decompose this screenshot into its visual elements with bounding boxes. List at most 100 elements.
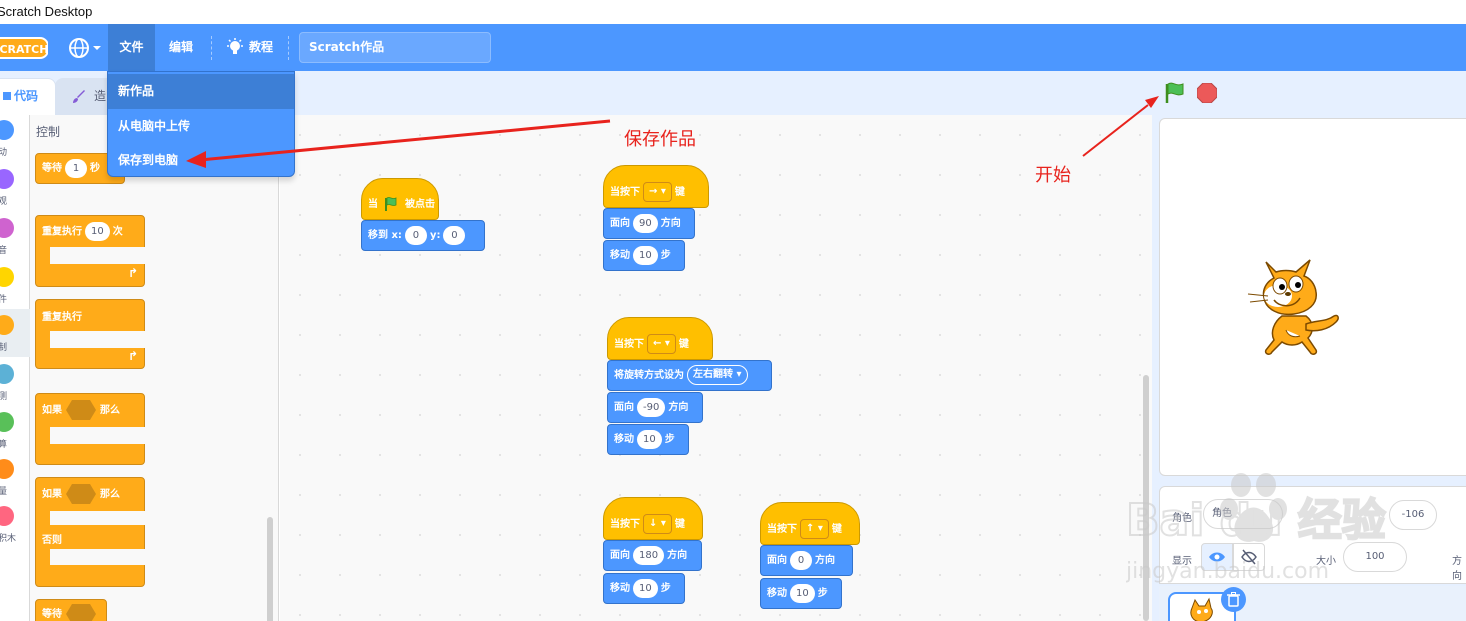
goto-y-label: y: <box>429 230 441 241</box>
category-label[interactable]: 件 <box>0 292 7 305</box>
svg-text:SCRATCH: SCRATCH <box>0 43 48 56</box>
category-dot[interactable] <box>0 412 14 432</box>
condition-slot[interactable] <box>66 484 96 504</box>
repeat-value[interactable]: 10 <box>85 222 110 241</box>
direction-suffix: 方向 <box>660 218 681 229</box>
category-label[interactable]: 量 <box>0 484 7 497</box>
category-dot[interactable] <box>0 120 14 140</box>
category-dot[interactable] <box>0 506 14 526</box>
when-key-pressed-block[interactable]: 当按下 → ▾ 键 <box>603 165 709 208</box>
when-flag-row: 当 被点击 <box>368 195 435 211</box>
when-label: 当 <box>368 199 378 210</box>
category-dot[interactable] <box>0 267 14 287</box>
menu-tutorials[interactable]: 教程 <box>222 24 280 71</box>
steps-suffix: 步 <box>660 250 671 261</box>
steps-suffix: 步 <box>664 434 675 445</box>
globe-icon[interactable] <box>68 36 104 60</box>
when-key-pressed-block[interactable]: 当按下 ← ▾ 键 <box>607 317 713 360</box>
forever-block[interactable]: 重复执行 ↱ <box>35 299 145 369</box>
category-label[interactable]: 观 <box>0 194 7 207</box>
menu-item-new-project[interactable]: 新作品 <box>108 74 294 109</box>
category-dot[interactable] <box>0 459 14 479</box>
move-label: 移动 <box>610 250 630 261</box>
steps-input[interactable]: 10 <box>790 583 815 603</box>
scratch-logo[interactable]: SCRATCH <box>0 36 48 60</box>
set-rotation-style-block[interactable]: 将旋转方式设为 左右翻转 ▾ <box>607 360 772 391</box>
if-label: 如果 <box>42 489 62 500</box>
then-label: 那么 <box>100 405 120 416</box>
category-label[interactable]: 测 <box>0 389 7 402</box>
menu-item-load-from-computer[interactable]: 从电脑中上传 <box>108 109 294 144</box>
category-label[interactable]: 积木 <box>0 531 16 544</box>
key-dropdown[interactable]: ↓ ▾ <box>643 514 672 534</box>
goto-x-input[interactable]: 0 <box>404 225 427 245</box>
move-label: 移动 <box>767 588 787 599</box>
if-then-block[interactable]: 如果 那么 <box>35 393 145 465</box>
goto-label: 移到 x: <box>368 230 402 241</box>
direction-input[interactable]: -90 <box>637 397 666 417</box>
tab-costumes[interactable]: 造 <box>55 78 115 115</box>
condition-slot[interactable] <box>66 604 96 621</box>
rotation-value: 左右翻转 <box>693 369 733 380</box>
menu-tutorials-label: 教程 <box>249 40 274 54</box>
point-direction-block[interactable]: 面向 90 方向 <box>603 208 695 239</box>
key-dropdown[interactable]: ↑ ▾ <box>800 519 829 539</box>
menu-item-save-to-computer[interactable]: 保存到电脑 <box>108 143 294 178</box>
key-dropdown[interactable]: → ▾ <box>643 182 672 202</box>
repeat-block[interactable]: 重复执行 10 次 ↱ <box>35 215 145 287</box>
move-steps-block[interactable]: 移动 10 步 <box>760 578 842 609</box>
goto-y-input[interactable]: 0 <box>443 225 466 245</box>
condition-slot[interactable] <box>66 400 96 420</box>
menu-file[interactable]: 文件 <box>108 24 155 71</box>
if-mouth <box>50 427 145 444</box>
category-dot[interactable] <box>0 169 14 189</box>
cat-sprite[interactable] <box>1244 258 1344 360</box>
if-else-block[interactable]: 如果 那么 否则 <box>35 477 145 587</box>
when-key-pressed-block[interactable]: 当按下 ↑ ▾ 键 <box>760 502 860 545</box>
script-area[interactable]: 当 被点击 移到 x: 0 y: 0 当按下 → ▾ 键 面向 90 方向 移动 10 步 <box>280 115 1152 621</box>
direction-input[interactable]: 90 <box>633 213 658 233</box>
wait-suffix: 秒 <box>90 163 100 174</box>
wait-until-block[interactable]: 等待 <box>35 599 107 621</box>
menu-edit[interactable]: 编辑 <box>158 24 204 71</box>
move-label: 移动 <box>614 434 634 445</box>
steps-input[interactable]: 10 <box>633 578 658 598</box>
when-key-row: 当按下 ↑ ▾ 键 <box>767 519 842 539</box>
move-steps-block[interactable]: 移动 10 步 <box>603 240 685 271</box>
category-dot[interactable] <box>0 364 14 384</box>
wait-value[interactable]: 1 <box>65 158 87 178</box>
direction-input[interactable]: 180 <box>633 545 665 565</box>
point-direction-block[interactable]: 面向 -90 方向 <box>607 392 703 423</box>
point-direction-block[interactable]: 面向 180 方向 <box>603 540 702 571</box>
green-flag-button[interactable] <box>1164 82 1186 104</box>
project-title-input[interactable]: Scratch作品 <box>299 32 491 63</box>
steps-input[interactable]: 10 <box>637 429 662 449</box>
key-dropdown[interactable]: ← ▾ <box>647 334 676 354</box>
palette-heading: 控制 <box>36 125 61 139</box>
category-label[interactable]: 音 <box>0 243 7 256</box>
palette-scrollbar[interactable] <box>267 517 273 621</box>
when-flag-clicked-block[interactable]: 当 被点击 <box>361 178 439 220</box>
tab-code[interactable]: 代码 <box>0 78 56 115</box>
point-label: 面向 <box>614 402 634 413</box>
category-label[interactable]: 制 <box>0 340 7 353</box>
when-key-pressed-block[interactable]: 当按下 ↓ ▾ 键 <box>603 497 703 540</box>
if-then-row: 如果 那么 <box>42 400 120 420</box>
when-key-label: 当按下 <box>610 519 640 530</box>
move-steps-block[interactable]: 移动 10 步 <box>607 424 689 455</box>
stop-button[interactable] <box>1197 83 1217 103</box>
rotation-dropdown[interactable]: 左右翻转 ▾ <box>687 365 748 385</box>
category-label[interactable]: 动 <box>0 145 7 158</box>
steps-suffix: 步 <box>817 588 828 599</box>
goto-xy-block[interactable]: 移到 x: 0 y: 0 <box>361 220 485 251</box>
category-label[interactable]: 算 <box>0 437 7 450</box>
steps-input[interactable]: 10 <box>633 245 658 265</box>
if-label: 如果 <box>42 405 62 416</box>
move-steps-block[interactable]: 移动 10 步 <box>603 573 685 604</box>
point-direction-block[interactable]: 面向 0 方向 <box>760 545 853 576</box>
category-dot[interactable] <box>0 218 14 238</box>
key-value: ↓ <box>649 518 658 529</box>
rotation-label: 将旋转方式设为 <box>614 370 684 381</box>
direction-suffix: 方向 <box>667 550 688 561</box>
direction-input[interactable]: 0 <box>790 550 812 570</box>
